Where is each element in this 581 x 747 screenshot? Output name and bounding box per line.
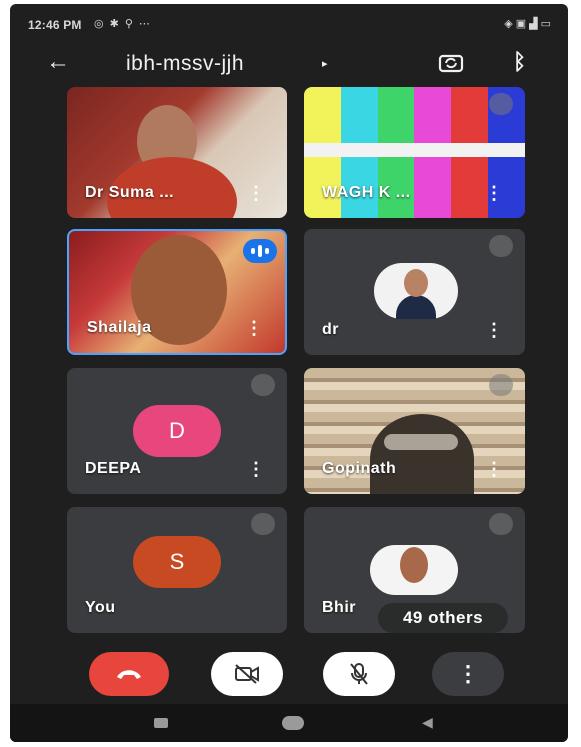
- end-call-icon: [117, 670, 141, 679]
- camera-off-icon: [235, 664, 259, 684]
- system-icons: ◈▣▟▭: [504, 17, 554, 30]
- participant-name: dr: [322, 321, 339, 338]
- meeting-header: ← ibh-mssv-jjh ▸ ᛒ: [10, 44, 568, 86]
- participant-tile[interactable]: Gopinath ⋮: [304, 368, 525, 494]
- participant-tile[interactable]: Dr Suma ... ⋮: [67, 87, 287, 218]
- participant-name: Gopinath: [322, 460, 397, 477]
- battery-icon: ▭: [540, 18, 554, 30]
- bluetooth-icon[interactable]: ᛒ: [513, 49, 526, 75]
- more-vert-icon[interactable]: ⋮: [247, 183, 265, 204]
- camera-toggle-button[interactable]: [211, 652, 283, 696]
- participant-avatar: S: [133, 536, 221, 589]
- mic-off-icon: [489, 374, 513, 396]
- participant-video-glasses: [384, 434, 458, 450]
- mic-off-icon: [489, 513, 513, 535]
- meeting-code[interactable]: ibh-mssv-jjh: [126, 52, 244, 76]
- notification-icons: ◎✱⚲⋯: [94, 17, 156, 30]
- participant-tile[interactable]: WAGH K ... ⋮: [304, 87, 525, 218]
- participant-name: Shailaja: [87, 319, 152, 336]
- more-options-icon: ⋮: [457, 661, 479, 686]
- settings-icon: ✱: [109, 18, 125, 30]
- more-options-button[interactable]: ⋮: [432, 652, 504, 696]
- participant-name: Dr Suma ...: [85, 184, 175, 201]
- participant-video: [370, 414, 474, 494]
- mic-off-icon: [251, 374, 275, 396]
- participant-tile[interactable]: dr ⋮: [304, 229, 525, 355]
- more-dots-icon: ⋯: [138, 18, 156, 30]
- system-nav-bar: ◀: [10, 704, 568, 742]
- mic-toggle-button[interactable]: [323, 652, 395, 696]
- video-banner: [304, 143, 525, 157]
- wifi-icon: ▟: [529, 18, 541, 30]
- participant-tile-active[interactable]: Shailaja ⋮: [67, 229, 287, 355]
- participant-name: WAGH K ...: [322, 184, 411, 201]
- participant-name: DEEPA: [85, 460, 142, 477]
- mic-off-icon: [489, 93, 513, 115]
- participant-avatar: D: [133, 405, 221, 457]
- others-count-badge[interactable]: 49 others: [378, 603, 508, 633]
- more-vert-icon[interactable]: ⋮: [245, 318, 263, 339]
- more-vert-icon[interactable]: ⋮: [485, 459, 503, 480]
- mic-off-icon: [489, 235, 513, 257]
- signal-icon: ◈: [504, 18, 516, 30]
- status-time: 12:46 PM: [28, 18, 82, 32]
- participant-tile-self[interactable]: S You: [67, 507, 287, 633]
- participant-name: Bhir: [322, 599, 356, 616]
- call-controls: ⋮: [10, 644, 568, 704]
- participant-tile[interactable]: D DEEPA ⋮: [67, 368, 287, 494]
- caret-right-icon[interactable]: ▸: [322, 57, 328, 70]
- more-vert-icon[interactable]: ⋮: [247, 459, 265, 480]
- profile-photo-head: [404, 269, 428, 297]
- switch-camera-icon[interactable]: [438, 50, 464, 76]
- participant-name: You: [85, 599, 116, 616]
- back-arrow-icon[interactable]: ←: [46, 50, 70, 74]
- speaking-indicator-icon: [243, 239, 277, 263]
- mic-off-icon: [350, 663, 368, 685]
- whatsapp-icon: ◎: [94, 18, 110, 30]
- end-call-button[interactable]: [89, 652, 169, 696]
- profile-photo-head: [400, 547, 428, 583]
- back-icon[interactable]: ◀: [422, 714, 433, 731]
- more-vert-icon[interactable]: ⋮: [485, 183, 503, 204]
- recents-icon[interactable]: [154, 718, 168, 728]
- status-bar: 12:46 PM ◎✱⚲⋯ ◈▣▟▭: [10, 4, 568, 42]
- network-icon: ▣: [515, 18, 530, 30]
- phone-screen: 12:46 PM ◎✱⚲⋯ ◈▣▟▭ ← ibh-mssv-jjh ▸ ᛒ Dr…: [10, 4, 568, 742]
- more-vert-icon[interactable]: ⋮: [485, 320, 503, 341]
- home-icon[interactable]: [282, 716, 304, 730]
- location-icon: ⚲: [124, 18, 139, 30]
- mic-off-icon: [251, 513, 275, 535]
